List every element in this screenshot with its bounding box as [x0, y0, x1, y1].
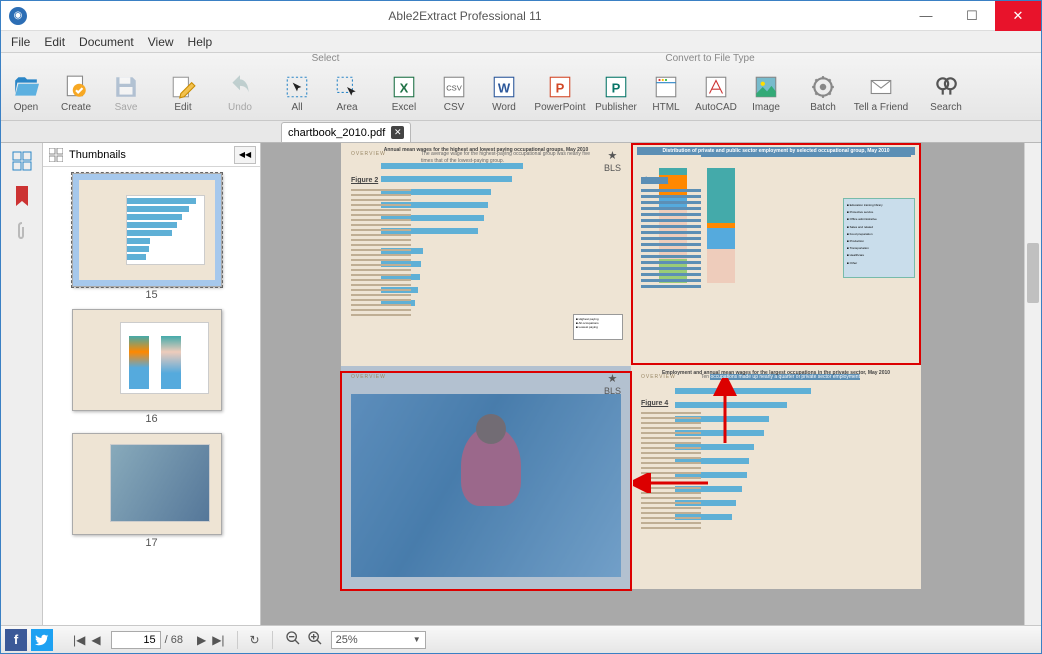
thumbnail-page-16[interactable] [72, 309, 222, 411]
chart2-title: Annual mean wages for the highest and lo… [341, 147, 631, 153]
select-all-button[interactable]: All [272, 69, 322, 119]
prev-page-button[interactable]: ◀ [91, 633, 100, 647]
tab-label: chartbook_2010.pdf [288, 127, 385, 139]
batch-button[interactable]: Batch [798, 69, 848, 119]
svg-text:X: X [400, 80, 409, 95]
collapse-panel-button[interactable]: ◀◀ [234, 146, 256, 164]
excel-button[interactable]: XExcel [379, 69, 429, 119]
thumbnail-page-15[interactable] [72, 173, 222, 287]
csv-button[interactable]: CSVCSV [429, 69, 479, 119]
search-button[interactable]: Search [921, 69, 971, 119]
annotation-arrow-1 [710, 378, 740, 448]
menu-view[interactable]: View [148, 35, 174, 49]
edit-button[interactable]: Edit [158, 69, 208, 119]
group-convert-label: Convert to File Type [379, 53, 1041, 67]
app-icon: ◉ [9, 7, 27, 25]
word-button[interactable]: WWord [479, 69, 529, 119]
thumbnails-icon[interactable] [12, 151, 32, 176]
chart4-title: Employment and annual mean wages for the… [631, 370, 921, 376]
vertical-scrollbar[interactable] [1024, 143, 1041, 625]
first-page-button[interactable]: |◀ [73, 633, 85, 647]
zoom-in-button[interactable] [307, 630, 323, 649]
thumbnail-label-16: 16 [72, 413, 232, 425]
minimize-button[interactable]: — [903, 1, 949, 31]
bookmark-icon[interactable] [14, 186, 30, 211]
menu-file[interactable]: File [11, 35, 30, 49]
create-button[interactable]: Create [51, 69, 101, 119]
thumbnails-title: Thumbnails [69, 149, 126, 161]
thumbnail-page-17[interactable] [72, 433, 222, 535]
last-page-button[interactable]: ▶| [212, 633, 224, 647]
side-icon-bar [1, 143, 43, 625]
tell-friend-button[interactable]: Tell a Friend [848, 69, 914, 119]
image-button[interactable]: Image [741, 69, 791, 119]
tab-close-icon[interactable]: ✕ [391, 126, 404, 139]
html-button[interactable]: HTML [641, 69, 691, 119]
menubar: File Edit Document View Help [1, 31, 1041, 53]
close-button[interactable]: ✕ [995, 1, 1041, 31]
thumbnail-panel: Thumbnails ◀◀ 15 16 17 [43, 143, 261, 625]
maximize-button[interactable]: ☐ [949, 1, 995, 31]
figure-4-label: Figure 4 [641, 400, 668, 407]
next-page-button[interactable]: ▶ [197, 633, 206, 647]
bls-logo: ★BLS [604, 151, 621, 173]
svg-text:P: P [556, 80, 565, 95]
document-tab[interactable]: chartbook_2010.pdf ✕ [281, 122, 411, 142]
undo-button[interactable]: Undo [215, 69, 265, 119]
select-area-button[interactable]: Area [322, 69, 372, 119]
svg-text:P: P [612, 80, 621, 95]
zoom-out-button[interactable] [285, 630, 301, 649]
attachment-icon[interactable] [14, 221, 30, 246]
menu-help[interactable]: Help [188, 35, 213, 49]
toolbar: Open Create Save Edit Undo Select All Ar… [1, 53, 1041, 121]
autocad-button[interactable]: AutoCAD [691, 69, 741, 119]
annotation-arrow-2 [633, 473, 713, 493]
thumbnail-label-17: 17 [72, 537, 232, 549]
page-number-input[interactable] [111, 631, 161, 649]
menu-document[interactable]: Document [79, 35, 134, 49]
figure-2-label: Figure 2 [351, 177, 378, 184]
svg-text:W: W [498, 80, 511, 95]
open-button[interactable]: Open [1, 69, 51, 119]
twitter-icon[interactable] [31, 629, 53, 651]
facebook-icon[interactable]: f [5, 629, 27, 651]
thumbnail-label-15: 15 [72, 289, 232, 301]
save-button[interactable]: Save [101, 69, 151, 119]
rotate-button[interactable]: ↻ [250, 633, 260, 647]
chart3-title: Distribution of private and public secto… [637, 147, 915, 155]
thumbnails-header-icon [49, 148, 63, 162]
tab-bar: chartbook_2010.pdf ✕ [1, 121, 1041, 143]
statusbar: f |◀ ◀ / 68 ▶ ▶| ↻ 25%▼ [1, 625, 1041, 653]
menu-edit[interactable]: Edit [44, 35, 65, 49]
zoom-select[interactable]: 25%▼ [331, 631, 426, 649]
svg-text:CSV: CSV [446, 83, 463, 92]
document-viewer[interactable]: OVERVIEW ★BLS The average wage for the h… [261, 143, 1041, 625]
group-select-label: Select [272, 53, 379, 67]
window-title: Able2Extract Professional 11 [27, 9, 903, 23]
page-total-label: / 68 [165, 634, 183, 646]
titlebar: ◉ Able2Extract Professional 11 — ☐ ✕ [1, 1, 1041, 31]
publisher-button[interactable]: PPublisher [591, 69, 641, 119]
powerpoint-button[interactable]: PPowerPoint [529, 69, 591, 119]
